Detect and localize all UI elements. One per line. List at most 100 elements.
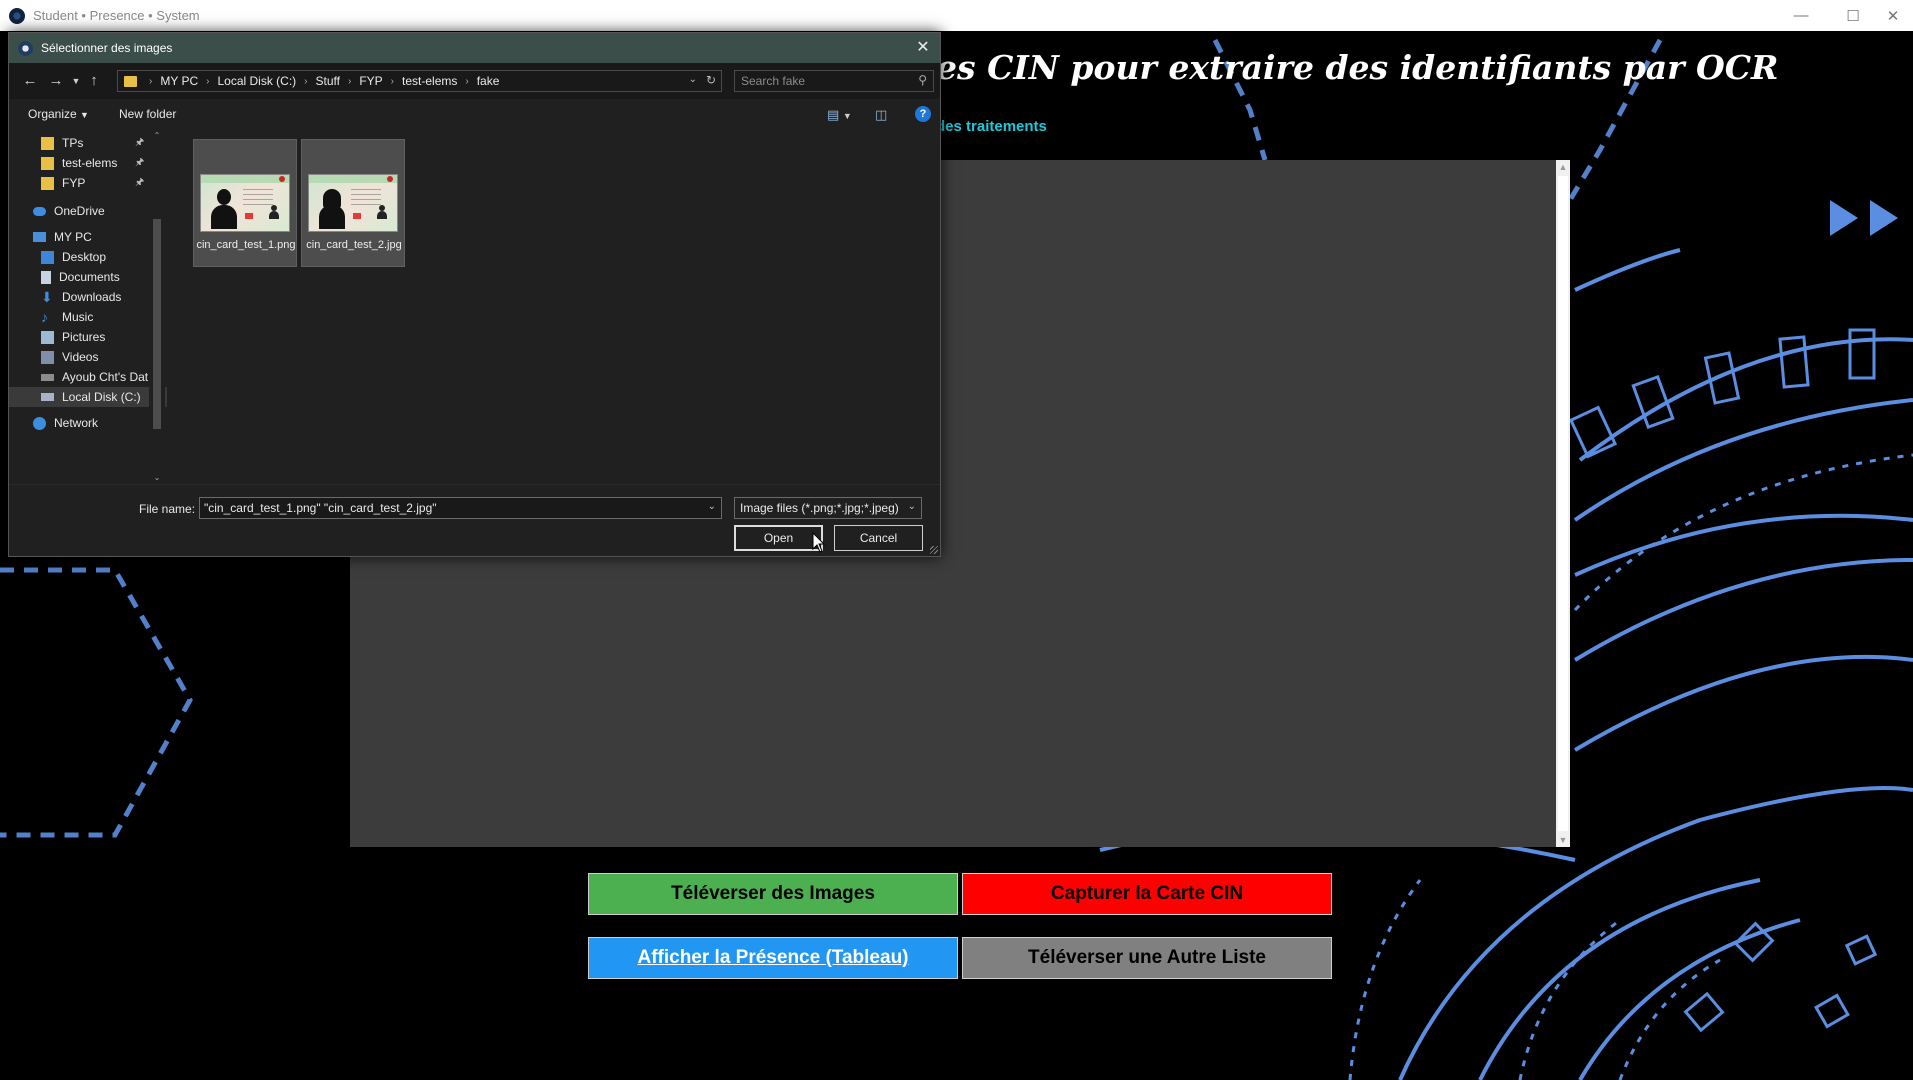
file-type-select[interactable]: Image files (*.png;*.jpg;*.jpeg) ⌄ (734, 497, 922, 519)
folder-icon (41, 136, 54, 150)
search-box[interactable]: ⚲ (734, 70, 934, 92)
address-bar[interactable]: › MY PC › Local Disk (C:) › Stuff › FYP … (117, 70, 722, 92)
pin-icon: 🖈 (135, 156, 145, 168)
close-icon[interactable]: ✕ (1870, 0, 1913, 31)
nav-item-test-elems[interactable]: test-elems 🖈 (9, 153, 167, 173)
search-input[interactable] (741, 73, 901, 89)
nav-item-label: Music (62, 310, 94, 324)
open-button[interactable]: Open (734, 525, 823, 551)
dialog-app-icon (18, 40, 33, 56)
image-thumbnail-icon (200, 174, 290, 232)
nav-item-documents[interactable]: Documents (9, 267, 167, 287)
nav-item-desktop[interactable]: Desktop (9, 247, 167, 267)
address-dropdown-icon[interactable]: ⌄ (689, 74, 697, 85)
music-icon: ♪ (41, 308, 48, 325)
scroll-thumb[interactable] (153, 219, 161, 429)
back-arrow-icon[interactable]: ← (19, 71, 41, 91)
nav-item-label: Local Disk (C:) (62, 390, 141, 404)
preview-pane-icon[interactable]: ◫ (875, 107, 887, 123)
drive-icon (41, 393, 54, 401)
app-title-bar: Student • Presence • System — ☐ ✕ (0, 0, 1913, 31)
nav-item-downloads[interactable]: ⬇ Downloads (9, 287, 167, 307)
chevron-right-icon: › (304, 75, 308, 87)
nav-item-ayoub-drive[interactable]: Ayoub Cht's Dat (9, 367, 167, 387)
up-arrow-icon[interactable]: ↑ (83, 71, 105, 91)
dialog-close-icon[interactable]: ✕ (912, 37, 934, 59)
scroll-thumb[interactable] (1558, 176, 1568, 831)
file-name-input[interactable] (204, 500, 694, 516)
app-logo-icon (9, 7, 25, 24)
folder-icon (41, 176, 54, 190)
nav-item-label: Documents (59, 270, 120, 284)
scroll-down-icon[interactable]: ⌄ (151, 473, 163, 482)
nav-item-videos[interactable]: Videos (9, 347, 167, 367)
scroll-up-icon[interactable]: ⌃ (151, 131, 163, 140)
nav-item-label: FYP (62, 176, 86, 190)
nav-item-label: MY PC (54, 230, 92, 244)
nav-item-pictures[interactable]: Pictures (9, 327, 167, 347)
breadcrumb-fake[interactable]: fake (477, 74, 500, 88)
dialog-title: Sélectionner des images (41, 41, 173, 55)
nav-item-onedrive[interactable]: OneDrive (9, 201, 167, 221)
pictures-icon (41, 330, 54, 344)
help-icon[interactable]: ? (915, 106, 931, 122)
refresh-icon[interactable]: ↻ (706, 73, 716, 87)
upload-images-button[interactable]: Téléverser des Images (588, 873, 958, 915)
folder-icon (41, 156, 54, 170)
scroll-up-icon[interactable]: ▲ (1556, 160, 1570, 174)
minimize-icon[interactable]: — (1778, 0, 1824, 31)
search-icon: ⚲ (918, 73, 927, 87)
preview-scrollbar[interactable]: ▲ ▼ (1556, 160, 1570, 847)
image-thumbnail-icon (308, 174, 398, 232)
nav-item-label: test-elems (62, 156, 118, 170)
cancel-button[interactable]: Cancel (834, 525, 923, 551)
upload-other-list-button[interactable]: Téléverser une Autre Liste (962, 937, 1332, 979)
videos-icon (41, 350, 54, 364)
desktop-icon (41, 250, 54, 264)
organize-menu[interactable]: Organize ▼ (28, 107, 89, 121)
status-subtext: des traitements (936, 118, 1047, 135)
breadcrumb-test-elems[interactable]: test-elems (402, 74, 457, 88)
nav-item-music[interactable]: ♪ Music (9, 307, 167, 327)
chevron-right-icon: › (347, 75, 352, 87)
resize-grip-icon[interactable] (930, 546, 938, 554)
nav-item-label: TPs (62, 136, 84, 150)
documents-icon (41, 270, 51, 284)
nav-item-label: OneDrive (54, 204, 105, 218)
breadcrumb-fyp[interactable]: FYP (359, 74, 382, 88)
page-heading: es CIN pour extraire des identifiants pa… (936, 48, 1779, 87)
breadcrumb-local-disk[interactable]: Local Disk (C:) (217, 74, 296, 88)
capture-cin-button[interactable]: Capturer la Carte CIN (962, 873, 1332, 915)
cloud-icon (33, 206, 46, 216)
computer-icon (33, 232, 46, 242)
nav-item-label: Ayoub Cht's Dat (62, 370, 149, 384)
breadcrumb-stuff[interactable]: Stuff (316, 74, 340, 88)
chevron-down-icon[interactable]: ⌄ (708, 501, 716, 512)
file-name-field[interactable]: ⌄ (199, 497, 722, 519)
file-item-cin-card-1[interactable]: cin_card_test_1.png (193, 139, 297, 267)
scroll-down-icon[interactable]: ▼ (1556, 833, 1570, 847)
network-icon (33, 416, 46, 430)
file-name-label: cin_card_test_1.png (196, 239, 296, 251)
file-item-cin-card-2[interactable]: cin_card_test_2.jpg (301, 139, 405, 267)
pin-icon: 🖈 (135, 176, 145, 188)
breadcrumb-my-pc[interactable]: MY PC (160, 74, 198, 88)
nav-item-my-pc[interactable]: MY PC (9, 227, 167, 247)
chevron-down-icon: ▼ (80, 110, 89, 120)
chevron-right-icon: › (390, 75, 395, 87)
navigation-scrollbar[interactable]: ⌃ ⌄ (149, 129, 165, 484)
drive-icon (41, 373, 54, 381)
nav-item-tps[interactable]: TPs 🖈 (9, 133, 167, 153)
nav-item-network[interactable]: Network (9, 413, 167, 433)
nav-item-label: Network (54, 416, 99, 430)
nav-item-fyp[interactable]: FYP 🖈 (9, 173, 167, 193)
view-options-icon[interactable]: ▤ ▼ (827, 107, 852, 123)
show-presence-button[interactable]: Afficher la Présence (Tableau) (588, 937, 958, 979)
file-name-label: File name: (139, 502, 196, 516)
nav-item-label: Desktop (62, 250, 107, 264)
download-icon: ⬇ (41, 288, 53, 305)
chevron-down-icon: ⌄ (907, 501, 916, 512)
forward-arrow-icon[interactable]: → (45, 71, 67, 91)
new-folder-button[interactable]: New folder (119, 107, 176, 121)
nav-item-local-disk[interactable]: Local Disk (C:) (9, 387, 167, 407)
